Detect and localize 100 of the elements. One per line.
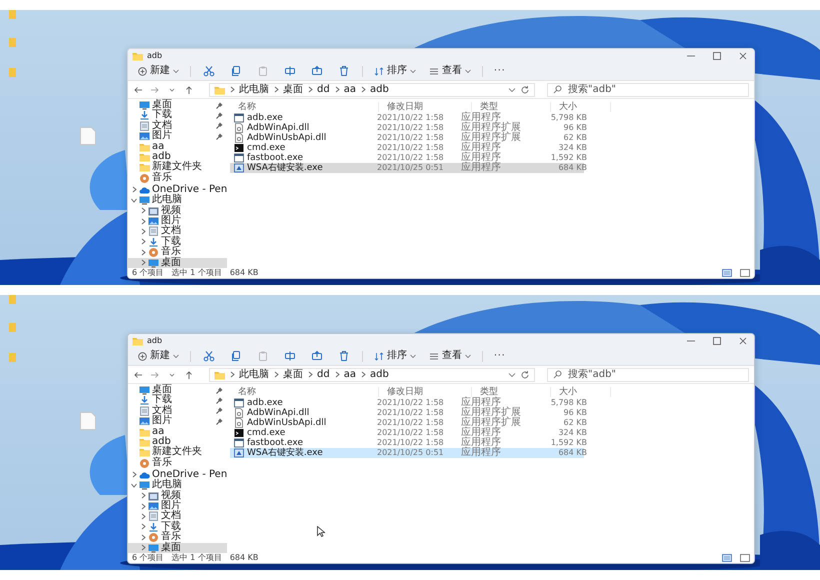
- chevron-down-icon[interactable]: [130, 196, 136, 204]
- breadcrumb[interactable]: 桌面: [283, 369, 303, 380]
- copy-icon[interactable]: [230, 350, 242, 362]
- sidebar-item[interactable]: 此电脑: [128, 480, 228, 490]
- column-header[interactable]: 修改日期: [379, 386, 472, 396]
- breadcrumb[interactable]: adb: [370, 84, 389, 95]
- search-field[interactable]: 搜索"adb": [547, 368, 749, 382]
- chevron-down-icon[interactable]: [508, 86, 516, 92]
- column-header[interactable]: 类型: [472, 102, 551, 112]
- chevron-right-icon[interactable]: [140, 523, 146, 530]
- sidebar-item[interactable]: aa: [128, 426, 228, 437]
- sort-button[interactable]: 排序: [372, 65, 418, 77]
- sidebar-item[interactable]: 视频: [128, 206, 228, 216]
- breadcrumb[interactable]: aa: [344, 369, 356, 380]
- column-header[interactable]: 名称: [230, 102, 379, 112]
- new-button[interactable]: 新建: [136, 65, 181, 77]
- sidebar-item[interactable]: 下载: [128, 110, 228, 120]
- sidebar-item[interactable]: 桌面: [128, 258, 228, 268]
- share-icon[interactable]: [311, 65, 323, 77]
- breadcrumb[interactable]: dd: [317, 84, 330, 95]
- chevron-right-icon[interactable]: [140, 248, 146, 256]
- back-icon[interactable]: [133, 84, 143, 94]
- chevron-right-icon[interactable]: [140, 512, 146, 520]
- address-bar[interactable]: 此电脑 桌面 dd aa adb: [209, 368, 535, 382]
- more-button[interactable]: ···: [492, 65, 508, 77]
- chevron-right-icon[interactable]: [140, 259, 146, 266]
- up-icon[interactable]: [184, 84, 194, 94]
- forward-icon[interactable]: [150, 370, 160, 380]
- sidebar-item[interactable]: 桌面: [128, 542, 228, 553]
- refresh-icon[interactable]: [520, 84, 530, 94]
- forward-icon[interactable]: [150, 84, 160, 94]
- view-button[interactable]: 查看: [427, 65, 473, 77]
- up-icon[interactable]: [184, 370, 194, 380]
- rename-icon[interactable]: [284, 350, 296, 362]
- cut-icon[interactable]: [203, 350, 215, 362]
- sidebar-item[interactable]: 桌面: [128, 100, 228, 110]
- cut-icon[interactable]: [203, 65, 215, 77]
- details-view-icon[interactable]: [722, 269, 732, 277]
- chevron-right-icon[interactable]: [140, 228, 146, 235]
- tiles-view-icon[interactable]: [740, 269, 750, 277]
- sidebar-item[interactable]: 下载: [128, 522, 228, 532]
- sidebar-item[interactable]: 图片: [128, 416, 228, 426]
- sidebar-item[interactable]: 音乐: [128, 532, 228, 542]
- sidebar-item[interactable]: 图片: [128, 131, 228, 142]
- view-button[interactable]: 查看: [427, 350, 473, 362]
- breadcrumb[interactable]: 此电脑: [239, 369, 269, 380]
- chevron-down-icon[interactable]: [130, 482, 136, 489]
- column-header[interactable]: 大小: [551, 102, 611, 112]
- sidebar-item[interactable]: 文档: [128, 406, 228, 416]
- sidebar-item[interactable]: adb: [128, 152, 228, 162]
- share-icon[interactable]: [311, 350, 323, 362]
- chevron-right-icon[interactable]: [140, 218, 146, 225]
- sidebar-item[interactable]: 音乐: [128, 172, 228, 183]
- sidebar-item[interactable]: OneDrive - Pen: [128, 470, 228, 480]
- sidebar-item[interactable]: adb: [128, 436, 228, 447]
- column-header[interactable]: 名称: [230, 386, 379, 396]
- new-button[interactable]: 新建: [136, 350, 181, 362]
- chevron-right-icon[interactable]: [140, 492, 146, 500]
- sidebar-item[interactable]: 新建文件夹: [128, 447, 228, 458]
- column-header[interactable]: 大小: [551, 386, 611, 396]
- chevron-right-icon[interactable]: [140, 502, 146, 510]
- chevron-right-icon[interactable]: [140, 238, 146, 246]
- sidebar-item[interactable]: 文档: [128, 226, 228, 236]
- chevron-right-icon[interactable]: [140, 207, 146, 214]
- sidebar-item[interactable]: 此电脑: [128, 195, 228, 206]
- trash-icon[interactable]: [338, 350, 350, 362]
- copy-icon[interactable]: [230, 65, 242, 77]
- chevron-right-icon[interactable]: [140, 534, 146, 541]
- refresh-icon[interactable]: [520, 370, 530, 380]
- tiles-view-icon[interactable]: [740, 554, 750, 562]
- file-row[interactable]: WSA右键安装.exe 2021/10/25 0:51 应用程序 684 KB: [230, 448, 584, 458]
- sidebar-item[interactable]: 音乐: [128, 458, 228, 468]
- chevron-right-icon[interactable]: [140, 544, 146, 552]
- sidebar-item[interactable]: 下载: [128, 395, 228, 406]
- breadcrumb[interactable]: adb: [370, 369, 389, 380]
- back-icon[interactable]: [133, 370, 143, 380]
- chevron-right-icon[interactable]: [130, 186, 136, 194]
- breadcrumb[interactable]: aa: [344, 84, 356, 95]
- breadcrumb[interactable]: 桌面: [283, 84, 303, 95]
- sidebar-item[interactable]: 桌面: [128, 385, 228, 395]
- sidebar-item[interactable]: 新建文件夹: [128, 162, 228, 172]
- more-button[interactable]: ···: [492, 350, 508, 362]
- column-header[interactable]: 修改日期: [379, 102, 472, 112]
- breadcrumb[interactable]: 此电脑: [239, 84, 269, 95]
- sidebar-item[interactable]: 文档: [128, 511, 228, 522]
- sidebar-item[interactable]: 音乐: [128, 247, 228, 258]
- chevron-down-icon[interactable]: [508, 372, 516, 378]
- rename-icon[interactable]: [284, 65, 296, 77]
- sidebar-item[interactable]: 下载: [128, 236, 228, 247]
- column-header[interactable]: 类型: [472, 386, 551, 396]
- sidebar-item[interactable]: 视频: [128, 490, 228, 501]
- details-view-icon[interactable]: [722, 554, 732, 562]
- sidebar-item[interactable]: 文档: [128, 120, 228, 131]
- sidebar-item[interactable]: OneDrive - Pen: [128, 184, 228, 195]
- sidebar-item[interactable]: aa: [128, 142, 228, 152]
- chevron-right-icon[interactable]: [130, 471, 136, 478]
- address-bar[interactable]: 此电脑 桌面 dd aa adb: [209, 82, 535, 96]
- search-field[interactable]: 搜索"adb": [547, 82, 749, 96]
- trash-icon[interactable]: [338, 65, 350, 77]
- breadcrumb[interactable]: dd: [317, 369, 330, 380]
